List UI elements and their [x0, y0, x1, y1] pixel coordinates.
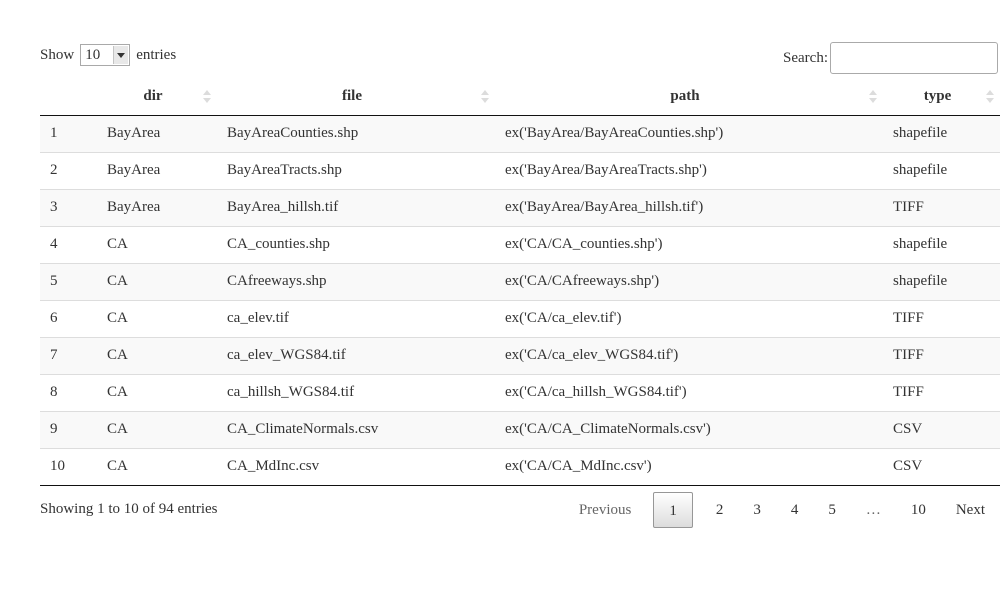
path-cell: ex('CA/CA_ClimateNormals.csv')	[495, 410, 883, 448]
row-index-cell: 4	[40, 225, 97, 263]
dir-cell: CA	[97, 262, 217, 300]
length-suffix-label: entries	[136, 47, 177, 63]
dir-cell: CA	[97, 299, 217, 337]
row-index-cell: 6	[40, 299, 97, 337]
file-cell: CAfreeways.shp	[217, 262, 495, 300]
next-page-button[interactable]: Next	[941, 492, 1000, 528]
pagination: Previous 1 2 3 4 5 … 10 Next	[565, 491, 1000, 529]
dir-cell: BayArea	[107, 125, 161, 141]
length-menu: Show 10 entries	[40, 43, 176, 67]
row-index-cell: 5	[40, 262, 97, 300]
chevron-down-icon[interactable]	[113, 46, 129, 64]
type-cell: TIFF	[883, 188, 1000, 226]
row-index-cell: 3	[40, 188, 97, 226]
type-cell: CSV	[883, 410, 1000, 448]
column-header-dir[interactable]: dir	[97, 79, 217, 116]
row-index-cell: 8	[40, 373, 97, 411]
sort-icon	[203, 89, 211, 105]
page-button-5[interactable]: 5	[813, 492, 851, 528]
column-header-label: path	[670, 88, 700, 105]
file-cell: ca_elev.tif	[217, 299, 495, 337]
length-prefix-label: Show	[40, 47, 75, 63]
row-index-cell: 7	[40, 336, 97, 374]
file-cell: BayAreaCounties.shp	[227, 125, 359, 141]
row-index-cell: 1	[50, 125, 58, 141]
search-label: Search:	[783, 49, 828, 66]
page-button-2[interactable]: 2	[701, 492, 739, 528]
column-header-type[interactable]: type	[883, 79, 1000, 116]
table-row: 3 BayArea BayArea_hillsh.tif ex('BayArea/Ba…	[40, 188, 1000, 226]
file-cell: BayArea_hillsh.tif	[217, 188, 495, 226]
column-header-label: dir	[143, 88, 163, 105]
page-button-3[interactable]: 3	[738, 492, 776, 528]
column-header-path[interactable]: path	[495, 79, 883, 116]
file-cell: ca_elev_WGS84.tif	[217, 336, 495, 374]
file-cell: CA_ClimateNormals.csv	[217, 410, 495, 448]
table-row: 10 CA CA_MdInc.csv ex('CA/CA_MdInc.csv') CSV	[40, 447, 1000, 486]
table-info: Showing 1 to 10 of 94 entries	[40, 501, 218, 517]
dir-cell: BayArea	[97, 188, 217, 226]
type-cell: TIFF	[883, 336, 1000, 374]
pagination-ellipsis: …	[865, 502, 881, 518]
dir-cell: CA	[97, 410, 217, 448]
path-cell: ex('CA/ca_hillsh_WGS84.tif')	[495, 373, 883, 411]
path-cell: ex('CA/ca_elev_WGS84.tif')	[495, 336, 883, 374]
table-header-row: dir file path type	[40, 79, 1000, 116]
table-row: 5 CA CAfreeways.shp ex('CA/CAfreeways.shp')…	[40, 262, 1000, 300]
table-row: 9 CA CA_ClimateNormals.csv ex('CA/CA_Climat…	[40, 410, 1000, 448]
page-button-last[interactable]: 10	[896, 492, 941, 528]
row-index-cell: 2	[40, 151, 97, 189]
path-cell: ex('CA/ca_elev.tif')	[495, 299, 883, 337]
search-filter: Search:	[783, 42, 998, 74]
entries-per-page-value: 10	[85, 47, 101, 63]
table-row: 1 BayArea BayAreaCounties.shp ex('BayArea/B…	[40, 115, 1000, 152]
dir-cell: CA	[97, 447, 217, 486]
file-cell: BayAreaTracts.shp	[217, 151, 495, 189]
data-table: dir file path type 1 BayArea BayAreaCounti…	[40, 79, 1000, 486]
type-cell: shapefile	[883, 225, 1000, 263]
table-body: 1 BayArea BayAreaCounties.shp ex('BayArea/B…	[40, 115, 1000, 486]
page-button-4[interactable]: 4	[776, 492, 814, 528]
previous-page-button[interactable]: Previous	[565, 492, 646, 528]
column-header-file[interactable]: file	[217, 79, 495, 116]
path-cell: ex('CA/CA_MdInc.csv')	[495, 447, 883, 486]
datatable-wrapper: Show 10 entries Search: dir file path ty…	[40, 0, 1000, 607]
path-cell: ex('BayArea/BayArea_hillsh.tif')	[495, 188, 883, 226]
column-header-index	[40, 79, 97, 116]
type-cell: shapefile	[883, 151, 1000, 189]
column-header-label: type	[923, 88, 952, 105]
type-cell: TIFF	[883, 373, 1000, 411]
path-cell: ex('BayArea/BayAreaCounties.shp')	[505, 125, 724, 141]
table-row: 8 CA ca_hillsh_WGS84.tif ex('CA/ca_hillsh_W…	[40, 373, 1000, 411]
file-cell: CA_MdInc.csv	[217, 447, 495, 486]
page-button-1[interactable]: 1	[653, 492, 693, 528]
table-row: 6 CA ca_elev.tif ex('CA/ca_elev.tif') TIFF	[40, 299, 1000, 337]
table-row: 7 CA ca_elev_WGS84.tif ex('CA/ca_elev_WGS84…	[40, 336, 1000, 374]
search-input[interactable]	[830, 42, 998, 74]
row-index-cell: 10	[40, 447, 97, 486]
entries-per-page-select[interactable]: 10	[80, 44, 131, 66]
path-cell: ex('BayArea/BayAreaTracts.shp')	[495, 151, 883, 189]
dir-cell: BayArea	[97, 151, 217, 189]
file-cell: CA_counties.shp	[217, 225, 495, 263]
type-cell: CSV	[883, 447, 1000, 486]
type-cell: shapefile	[883, 262, 1000, 300]
dir-cell: CA	[97, 225, 217, 263]
type-cell: shapefile	[893, 125, 948, 141]
table-row: 4 CA CA_counties.shp ex('CA/CA_counties.shp…	[40, 225, 1000, 263]
path-cell: ex('CA/CA_counties.shp')	[495, 225, 883, 263]
sort-icon	[869, 89, 877, 105]
dir-cell: CA	[97, 373, 217, 411]
dir-cell: CA	[97, 336, 217, 374]
sort-icon	[481, 89, 489, 105]
row-index-cell: 9	[40, 410, 97, 448]
table-row: 2 BayArea BayAreaTracts.shp ex('BayArea/Bay…	[40, 151, 1000, 189]
file-cell: ca_hillsh_WGS84.tif	[217, 373, 495, 411]
sort-icon	[986, 89, 994, 105]
path-cell: ex('CA/CAfreeways.shp')	[495, 262, 883, 300]
type-cell: TIFF	[883, 299, 1000, 337]
column-header-label: file	[342, 88, 362, 105]
